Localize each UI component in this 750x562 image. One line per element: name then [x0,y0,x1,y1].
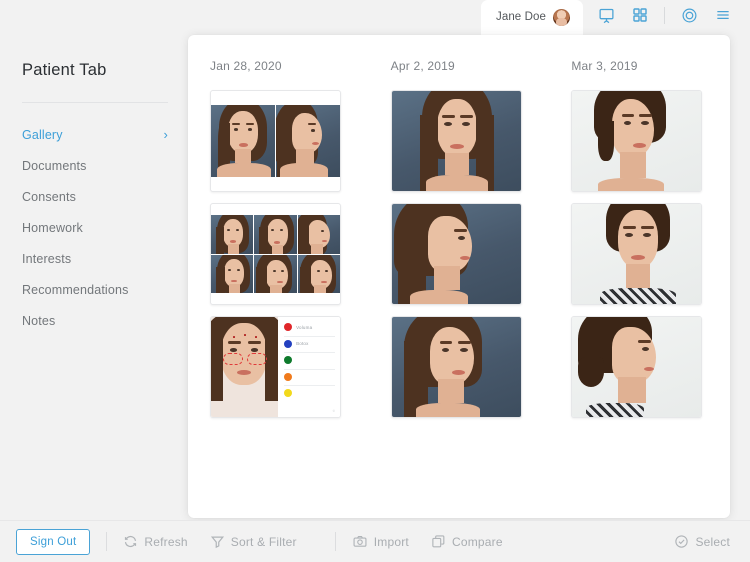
gallery-thumbnail[interactable] [390,90,522,192]
gallery-thumbnail[interactable] [210,90,341,192]
select-label: Select [695,534,730,549]
gallery-thumbnail[interactable] [571,90,703,192]
column-date-header: Jan 28, 2020 [210,59,282,73]
legend-item [284,372,335,381]
chevron-right-icon: › [163,127,168,142]
photo-profile [572,317,702,417]
sidebar-item-consents[interactable]: Consents [0,181,190,212]
photo-profile [391,204,521,304]
import-label: Import [373,534,409,549]
gallery-column: Apr 2, 2019 [390,59,550,429]
sidebar-item-label: Consents [22,189,77,204]
gallery-column: Mar 3, 2019 [571,59,730,429]
compare-button[interactable]: Compare [431,534,503,549]
app-window: Jane Doe Patient Tab Gallery › Documents… [0,0,750,562]
photo-front [254,215,297,254]
sort-filter-label: Sort & Filter [230,534,297,549]
legend-dot-orange [284,372,293,381]
sidebar-item-documents[interactable]: Documents [0,150,190,181]
legend-label: Botox [296,341,309,346]
refresh-button[interactable]: Refresh [123,534,188,549]
sidebar: Patient Tab Gallery › Documents Consents… [0,35,190,520]
photo-front [211,215,254,254]
photo-three-quarter [254,254,297,293]
column-date-header: Apr 2, 2019 [390,59,455,73]
photo-front [391,91,521,191]
avatar [553,8,570,26]
sidebar-item-gallery[interactable]: Gallery › [0,119,190,150]
photo-three-quarter [391,317,521,417]
presentation-icon[interactable] [589,0,623,30]
legend-label: Voluma [296,324,313,330]
sidebar-nav: Gallery › Documents Consents Homework In… [0,119,190,336]
legend-item [284,389,335,397]
sidebar-item-interests[interactable]: Interests [0,243,190,274]
divider [284,352,335,353]
sort-filter-button[interactable]: Sort & Filter [210,534,297,549]
divider [284,368,335,370]
photo-front [211,254,254,293]
gallery-columns: Jan 28, 2020 Voluma Botox © Apr 2, 2019 … [188,35,730,429]
photo-profile [297,215,340,254]
bottom-toolbar: Sign Out Refresh Sort & Filter Import Co… [0,520,750,562]
sidebar-item-label: Notes [22,313,56,328]
treatment-legend: Voluma Botox © [278,317,340,417]
refresh-label: Refresh [144,534,188,549]
photo-three-quarter [572,91,702,191]
camera-icon [352,534,368,549]
gallery-thumbnail[interactable] [210,203,341,305]
legend-item: Voluma [284,323,335,331]
gallery-thumbnail[interactable] [571,203,703,305]
legend-item [284,356,335,364]
gallery-thumbnail[interactable] [571,316,703,418]
sidebar-item-homework[interactable]: Homework [0,212,190,243]
divider [22,102,168,103]
photo-front [572,204,702,304]
refresh-icon [123,534,138,549]
sidebar-item-label: Recommendations [22,282,129,297]
gallery-thumbnail-treatment-map[interactable]: Voluma Botox © [210,316,341,418]
sidebar-item-notes[interactable]: Notes [0,305,190,336]
divider [106,532,108,551]
compare-label: Compare [451,534,503,549]
divider [284,335,335,337]
photo-profile [276,105,340,177]
divider [334,532,336,551]
gallery-panel: Jan 28, 2020 Voluma Botox © Apr 2, 2019 … [188,35,730,518]
gallery-column: Jan 28, 2020 Voluma Botox © [210,59,369,429]
photo-treatment-map [211,317,279,417]
sidebar-item-label: Interests [22,251,72,266]
sidebar-item-recommendations[interactable]: Recommendations [0,274,190,305]
tab-jane-doe[interactable]: Jane Doe [480,0,583,35]
tab-label: Jane Doe [495,11,546,23]
sign-out-button[interactable]: Sign Out [16,528,91,555]
divider [284,385,335,386]
photo-three-quarter [297,254,340,293]
sidebar-item-label: Documents [22,158,87,173]
top-bar: Jane Doe [0,0,750,35]
capture-target-icon[interactable] [672,0,706,30]
legend-dot-voluma [284,323,293,331]
page-title: Patient Tab [22,61,107,79]
check-circle-icon [674,534,689,549]
top-bar-icons [589,0,740,35]
photo-front [211,105,275,177]
grid-view-icon[interactable] [623,0,657,30]
gallery-thumbnail[interactable] [390,203,522,305]
legend-footer: © [332,409,335,413]
funnel-icon [210,534,225,549]
select-button[interactable]: Select [674,534,730,549]
legend-dot-yellow [284,389,293,397]
legend-dot-green [284,356,293,364]
compare-icon [431,534,446,549]
hamburger-menu-icon[interactable] [706,0,740,30]
gallery-thumbnail[interactable] [390,316,522,418]
import-button[interactable]: Import [352,534,409,549]
divider [664,6,665,24]
column-date-header: Mar 3, 2019 [571,59,638,73]
legend-dot-botox [284,339,293,348]
legend-item: Botox [284,339,335,348]
sidebar-item-label: Gallery [22,127,63,142]
sidebar-item-label: Homework [22,220,83,235]
